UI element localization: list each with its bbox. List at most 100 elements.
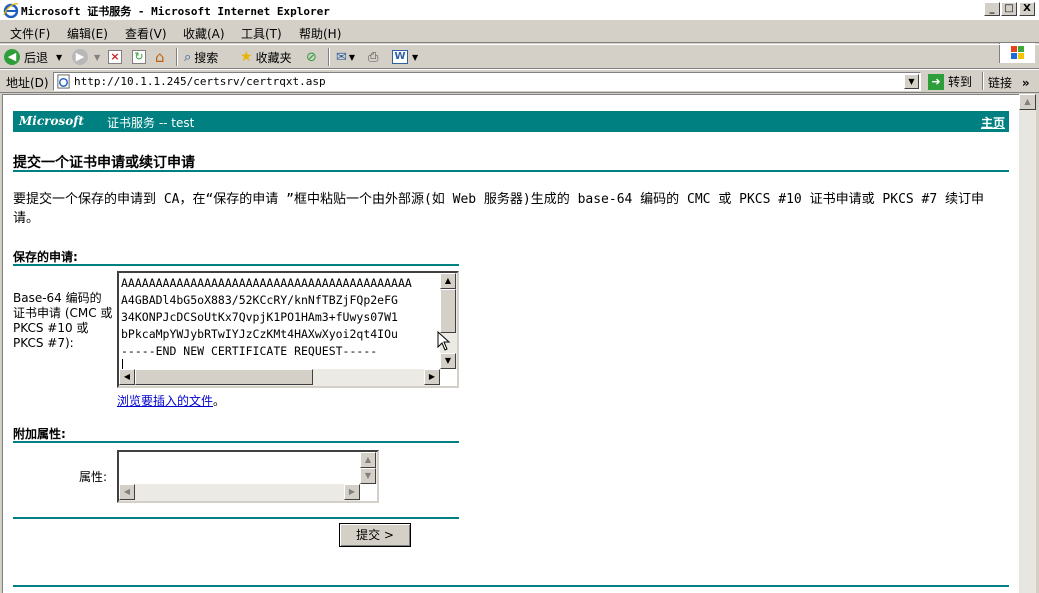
- attributes-horizontal-scrollbar[interactable]: ◀ ▶: [119, 484, 360, 501]
- mail-button[interactable]: ✉ ▼: [336, 48, 355, 66]
- forward-arrow-icon: ▶: [72, 49, 88, 65]
- textarea-vertical-scrollbar[interactable]: ▲ ▼: [440, 273, 457, 369]
- history-button[interactable]: ⊘: [306, 48, 317, 66]
- extra-attributes-heading: 附加属性:: [13, 427, 66, 441]
- print-icon: ⎙: [368, 49, 379, 65]
- saved-request-heading: 保存的申请:: [13, 250, 78, 264]
- scroll-left-icon[interactable]: ◀: [119, 484, 135, 500]
- request-field-label: Base-64 编码的证书申请 (CMC 或 PKCS #10 或 PKCS #…: [13, 291, 113, 350]
- request-textarea[interactable]: AAAAAAAAAAAAAAAAAAAAAAAAAAAAAAAAAAAAAAAA…: [117, 271, 459, 388]
- edit-dropdown-icon[interactable]: ▼: [412, 53, 418, 62]
- browser-window: Microsoft 证书服务 - Microsoft Internet Expl…: [0, 0, 1039, 593]
- address-separator: [982, 72, 984, 90]
- attributes-vertical-scrollbar[interactable]: ▲ ▼: [360, 452, 377, 484]
- scroll-up-icon[interactable]: ▲: [1019, 94, 1036, 110]
- chevron-right-icon: »: [1021, 76, 1030, 90]
- home-link[interactable]: 主页: [981, 114, 1005, 131]
- print-button[interactable]: ⎙: [368, 48, 378, 66]
- address-bar: 地址(D) http://10.1.1.245/certsrv/certrqxt…: [0, 69, 1039, 93]
- menu-help[interactable]: 帮助(H): [299, 25, 341, 42]
- scroll-up-icon[interactable]: ▲: [440, 273, 456, 289]
- scroll-right-icon[interactable]: ▶: [344, 484, 360, 500]
- favorites-button[interactable]: ★ 收藏夹: [240, 48, 292, 66]
- menu-tools[interactable]: 工具(T): [241, 25, 282, 42]
- browse-file-link[interactable]: 浏览要插入的文件: [117, 394, 213, 408]
- title-bar: Microsoft 证书服务 - Microsoft Internet Expl…: [0, 0, 1039, 20]
- forward-button[interactable]: ▶ ▼: [72, 48, 100, 66]
- links-button[interactable]: 链接 »: [988, 74, 1030, 91]
- request-text: AAAAAAAAAAAAAAAAAAAAAAAAAAAAAAAAAAAAAAAA…: [121, 275, 441, 373]
- request-line: -----END NEW CERTIFICATE REQUEST-----: [121, 344, 378, 358]
- back-button[interactable]: ◀ 后退 ▼: [4, 48, 62, 66]
- search-button[interactable]: ⌕ 搜索: [184, 48, 218, 66]
- menu-edit[interactable]: 编辑(E): [67, 25, 108, 42]
- ie-logo-icon: [3, 3, 19, 18]
- request-line: bPkcaMpYWJybRTwIYJzCzKMt4HAXwXyoi2qt4IOu: [121, 327, 398, 341]
- back-dropdown-icon[interactable]: ▼: [56, 53, 62, 62]
- search-label: 搜索: [194, 50, 219, 65]
- refresh-button[interactable]: ↻: [132, 48, 146, 66]
- section-rule: [13, 441, 459, 443]
- attributes-value: [121, 454, 357, 484]
- scroll-thumb[interactable]: [440, 289, 456, 333]
- go-label: 转到: [948, 75, 973, 89]
- attributes-label: 属性:: [79, 470, 108, 484]
- brand-logo: Microsoft: [19, 114, 84, 128]
- footer-rule: [13, 585, 1009, 587]
- go-arrow-icon: ➜: [928, 73, 944, 90]
- scroll-left-icon[interactable]: ◀: [119, 369, 135, 385]
- request-line: A4GBADl4bG5oX883/52KCcRY/knNfTBZjFQp2eFG: [121, 293, 398, 307]
- submit-button[interactable]: 提交 >: [339, 523, 411, 547]
- home-icon: ⌂: [155, 48, 165, 66]
- textarea-horizontal-scrollbar[interactable]: ◀ ▶: [119, 369, 440, 386]
- page-title: 提交一个证书申请或续订申请: [13, 155, 195, 171]
- page-icon: [57, 74, 70, 89]
- forward-dropdown-icon[interactable]: ▼: [94, 53, 100, 62]
- mail-icon: ✉: [336, 49, 347, 65]
- address-dropdown-icon[interactable]: ▼: [904, 74, 919, 89]
- scroll-down-icon[interactable]: ▼: [360, 468, 376, 484]
- mouse-cursor-icon: [437, 331, 451, 351]
- menu-view[interactable]: 查看(V): [125, 25, 167, 42]
- menu-file[interactable]: 文件(F): [10, 25, 50, 42]
- maximize-button[interactable]: □: [1001, 2, 1017, 16]
- scroll-right-icon[interactable]: ▶: [424, 369, 440, 385]
- page-vertical-scrollbar[interactable]: ▲: [1019, 94, 1036, 593]
- back-label: 后退: [24, 50, 49, 65]
- menu-bar: 文件(F) 编辑(E) 查看(V) 收藏(A) 工具(T) 帮助(H): [0, 21, 1039, 63]
- address-input[interactable]: http://10.1.1.245/certsrv/certrqxt.asp ▼: [53, 72, 921, 91]
- stop-icon: ×: [108, 50, 122, 64]
- toolbar-separator: [328, 48, 330, 66]
- word-edit-icon: W: [392, 50, 408, 64]
- browse-suffix: 。: [213, 394, 226, 408]
- stop-button[interactable]: ×: [108, 48, 122, 66]
- scroll-thumb[interactable]: [135, 369, 313, 385]
- refresh-icon: ↻: [132, 50, 146, 64]
- back-arrow-icon: ◀: [4, 49, 20, 65]
- menu-favorites[interactable]: 收藏(A): [183, 25, 225, 42]
- favorites-label: 收藏夹: [255, 50, 292, 65]
- section-rule: [13, 517, 459, 519]
- mail-dropdown-icon[interactable]: ▼: [349, 53, 355, 62]
- attributes-textarea[interactable]: ▲ ▼ ◀ ▶: [117, 450, 379, 503]
- edit-button[interactable]: W ▼: [392, 48, 418, 66]
- address-url: http://10.1.1.245/certsrv/certrqxt.asp: [74, 75, 326, 88]
- go-button[interactable]: ➜ 转到: [928, 73, 972, 90]
- scroll-down-icon[interactable]: ▼: [440, 353, 456, 369]
- window-title: Microsoft 证书服务 - Microsoft Internet Expl…: [21, 5, 330, 18]
- toolbar-separator: [176, 48, 178, 66]
- home-button[interactable]: ⌂: [155, 48, 165, 66]
- scroll-up-icon[interactable]: ▲: [360, 452, 376, 468]
- links-label: 链接: [988, 76, 1013, 90]
- close-button[interactable]: X: [1019, 2, 1035, 16]
- request-line: AAAAAAAAAAAAAAAAAAAAAAAAAAAAAAAAAAAAAAAA…: [121, 276, 412, 290]
- section-rule: [13, 264, 459, 266]
- browse-line: 浏览要插入的文件。: [117, 392, 225, 409]
- page-viewport: Microsoft 证书服务 -- test 主页 提交一个证书申请或续订申请 …: [2, 94, 1019, 593]
- history-icon: ⊘: [306, 49, 317, 65]
- star-icon: ★: [240, 49, 253, 65]
- address-label: 地址(D): [6, 76, 49, 90]
- title-rule: [13, 170, 1009, 172]
- standard-toolbar: ◀ 后退 ▼ ▶ ▼ × ↻ ⌂ ⌕ 搜索 ★ 收藏夹 ⊘ ✉ ▼ ⎙ W ▼: [0, 44, 1039, 69]
- minimize-button[interactable]: _: [984, 2, 1000, 16]
